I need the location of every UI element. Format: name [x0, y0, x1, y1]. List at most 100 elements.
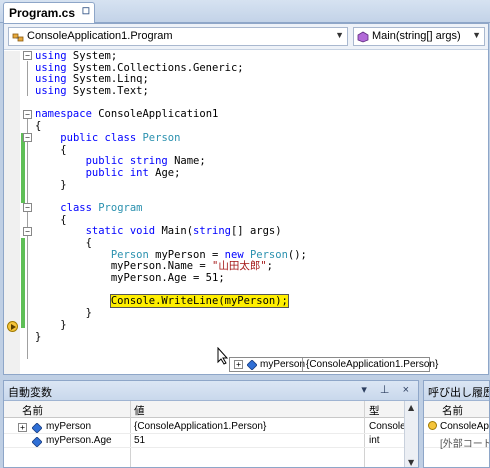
call-stack-window: 呼び出し履歴 名前 ConsoleApp [外部コード] — [423, 380, 490, 468]
code-token: System.Linq; — [66, 73, 149, 86]
scroll-down-icon[interactable]: ▼ — [408, 458, 414, 467]
variable-icon — [247, 360, 257, 370]
table-row[interactable]: ConsoleApp — [424, 421, 489, 434]
variable-icon — [32, 437, 42, 447]
row-type: int — [369, 435, 380, 446]
indicator-margin[interactable] — [4, 51, 20, 374]
tab-program-cs[interactable]: Program.cs ☐ — [3, 2, 95, 23]
collapse-icon[interactable]: − — [23, 133, 32, 142]
datatip[interactable]: + myPerson {ConsoleApplication1.Person} — [229, 357, 438, 372]
expand-icon[interactable]: + — [18, 423, 27, 432]
code-token: { — [35, 143, 67, 156]
keyword-token: using — [35, 73, 67, 86]
keyword-token: namespace — [35, 108, 92, 121]
frame-name: ConsoleApp — [440, 421, 490, 432]
expand-icon[interactable]: + — [234, 360, 243, 369]
column-header-type[interactable]: 型 — [369, 403, 380, 418]
variable-icon — [32, 423, 42, 433]
code-line[interactable]: using System.Text; — [35, 85, 307, 98]
code-token: } — [35, 330, 42, 343]
call-stack-title-bar[interactable]: 呼び出し履歴 — [424, 381, 489, 401]
type-token: Program — [98, 201, 143, 214]
code-line[interactable]: } — [35, 307, 307, 320]
method-icon — [357, 31, 369, 43]
code-token: { — [35, 237, 92, 249]
outline-guide — [27, 119, 28, 359]
code-token: ConsoleApplication1 — [91, 108, 219, 121]
code-token: myPerson.Age = 51; — [35, 272, 225, 285]
datatip-name: myPerson — [260, 359, 306, 370]
keyword-token: public string — [85, 155, 175, 168]
collapse-icon[interactable]: − — [23, 110, 32, 119]
code-token: ; — [266, 260, 273, 273]
code-token: } — [35, 318, 67, 331]
row-value[interactable]: {ConsoleApplication1.Person} — [134, 421, 266, 432]
type-selector[interactable]: ConsoleApplication1.Program ▼ — [8, 27, 348, 46]
member-selector-value: Main(string[] args) — [372, 30, 461, 42]
document-tab-strip: Program.cs ☐ — [0, 0, 490, 23]
datatip-divider — [302, 358, 303, 371]
current-frame-arrow-icon — [428, 421, 437, 430]
chevron-down-icon[interactable]: ▼ — [335, 30, 344, 40]
column-header-name[interactable]: 名前 — [442, 403, 463, 418]
column-header-name[interactable]: 名前 — [22, 403, 43, 418]
current-statement-arrow-icon — [7, 321, 18, 332]
code-token: { — [35, 213, 67, 226]
table-row[interactable]: + myPerson {ConsoleApplication1.Person} … — [4, 421, 418, 434]
row-value[interactable]: 51 — [134, 435, 145, 446]
frame-name: [外部コード] — [440, 439, 489, 450]
code-line[interactable]: } — [35, 330, 307, 344]
keyword-token: static void — [85, 225, 162, 238]
call-stack-title: 呼び出し履歴 — [428, 387, 490, 399]
code-token: (); — [287, 248, 307, 261]
code-line[interactable]: class Program — [35, 201, 307, 215]
keyword-token: string — [193, 225, 231, 238]
autos-title-bar[interactable]: 自動変数 ▾ ⊥ × — [4, 381, 418, 401]
type-token: Person — [110, 248, 156, 261]
member-selector[interactable]: Main(string[] args) ▼ — [353, 27, 485, 46]
change-bar — [21, 238, 25, 328]
keyword-token: new — [224, 248, 250, 261]
code-token: [] args) — [230, 225, 282, 238]
column-header-value[interactable]: 値 — [134, 403, 145, 418]
code-line[interactable]: public int Age; — [35, 166, 307, 180]
vertical-scrollbar[interactable]: ▲ ▼ — [404, 401, 418, 467]
navigation-bar: ConsoleApplication1.Program ▼ Main(strin… — [4, 24, 488, 50]
collapse-icon[interactable]: − — [23, 227, 32, 236]
scroll-up-icon[interactable]: ▲ — [408, 403, 414, 412]
current-statement: Console.WriteLine(myPerson); — [109, 294, 289, 309]
change-bar — [21, 133, 25, 203]
class-icon — [12, 33, 24, 42]
code-area[interactable]: − − − − − using System; using System.Coll… — [4, 50, 488, 374]
code-token: } — [35, 178, 67, 191]
code-token: System.Text; — [66, 85, 149, 98]
code-line[interactable]: } — [35, 178, 307, 192]
code-editor: ConsoleApplication1.Program ▼ Main(strin… — [3, 23, 489, 375]
code-line[interactable]: } — [35, 318, 307, 332]
code-token: Age; — [155, 166, 181, 179]
table-row[interactable]: [外部コード] — [424, 435, 489, 450]
pin-icon[interactable]: ☐ — [82, 6, 90, 17]
code-token: myPerson.Name = — [35, 260, 213, 273]
code-line[interactable]: myPerson.Age = 51; — [35, 272, 307, 285]
code-line[interactable]: namespace ConsoleApplication1 — [35, 109, 307, 121]
keyword-token: using — [35, 61, 67, 74]
code-token: Name; — [174, 155, 206, 168]
row-name: myPerson.Age — [46, 435, 112, 446]
chevron-down-icon[interactable]: ▼ — [472, 30, 481, 40]
code-token: Main( — [161, 225, 194, 238]
window-buttons[interactable]: ▾ ⊥ × — [361, 383, 414, 396]
autos-window: 自動変数 ▾ ⊥ × 名前 値 型 + myPerson {ConsoleApp… — [3, 380, 419, 468]
code-text[interactable]: using System; using System.Collections.Ge… — [35, 50, 307, 344]
collapse-icon[interactable]: − — [23, 51, 32, 60]
code-token: System.Collections.Generic; — [66, 61, 244, 74]
autos-column-headers: 名前 値 型 — [4, 401, 418, 418]
table-row[interactable]: myPerson.Age 51 int — [4, 435, 418, 448]
type-selector-value: ConsoleApplication1.Program — [27, 30, 173, 42]
collapse-icon[interactable]: − — [23, 203, 32, 212]
type-token: Person — [249, 248, 288, 261]
code-line[interactable]: public class Person — [35, 132, 307, 145]
